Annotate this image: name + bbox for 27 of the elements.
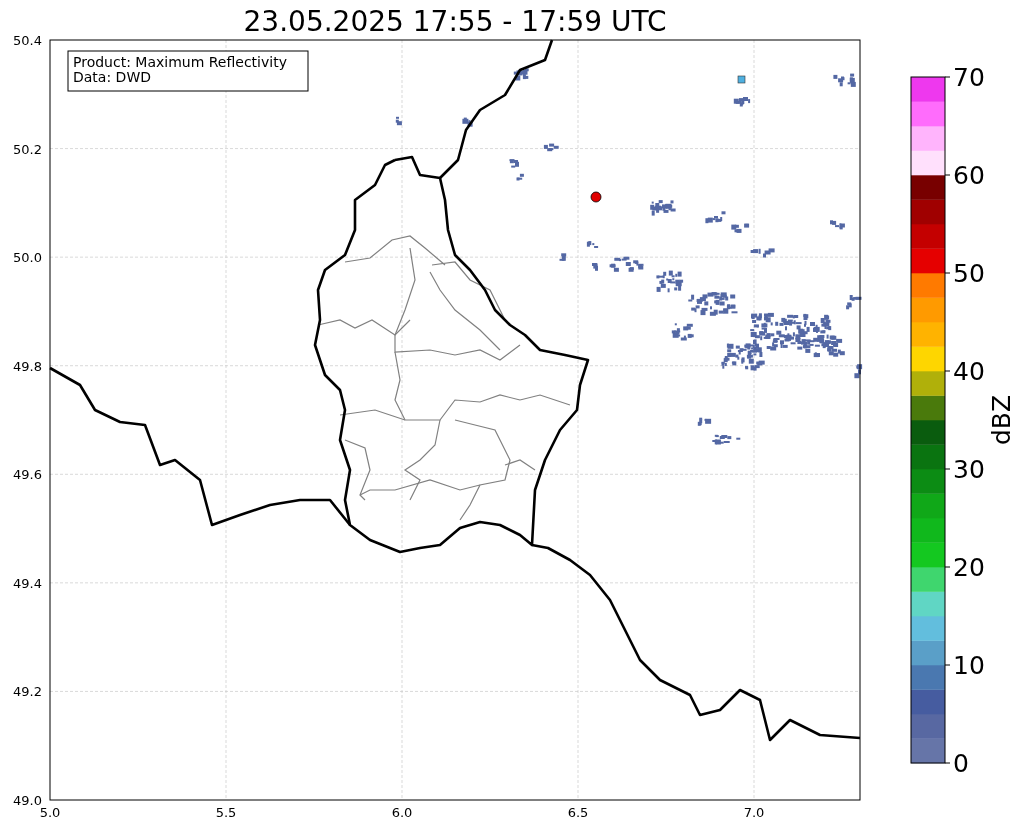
axis-tick-label: 49.4 [13, 575, 42, 591]
colorbar-label: dBZ [987, 394, 1016, 446]
axis-tick-label: 50.2 [13, 141, 42, 157]
axis-tick-label: 5.5 [215, 805, 237, 820]
axis-tick-label: 49.2 [13, 684, 42, 700]
figure-title: 23.05.2025 17:55 - 17:59 UTC [243, 5, 667, 38]
colorbar-tick-label: 60 [953, 161, 985, 190]
axis-tick-label: 7.0 [743, 805, 765, 820]
info-text: Product: Maximum Reflectivity [73, 54, 287, 70]
axis-tick-label: 50.0 [13, 250, 42, 266]
axis-tick-label: 50.4 [13, 33, 42, 48]
colorbar-tick-label: 50 [953, 259, 985, 288]
axis-tick-label: 6.5 [567, 805, 589, 820]
axis-tick-label: 5.0 [39, 805, 61, 820]
axis-tick-label: 49.0 [13, 793, 42, 808]
axis-tick-label: 49.6 [13, 467, 42, 483]
colorbar-tick-label: 70 [953, 63, 985, 92]
colorbar-tick-label: 10 [953, 651, 985, 680]
colorbar-tick-label: 30 [953, 455, 985, 484]
axis-tick-label: 6.0 [391, 805, 413, 820]
axis-tick-label: 49.8 [13, 358, 42, 374]
location-marker [590, 191, 602, 203]
colorbar-tick-label: 40 [953, 357, 985, 386]
colorbar-tick-label: 20 [953, 553, 985, 582]
echo-marker [737, 75, 746, 84]
info-text: Data: DWD [73, 69, 151, 85]
colorbar-tick-label: 0 [953, 749, 969, 778]
